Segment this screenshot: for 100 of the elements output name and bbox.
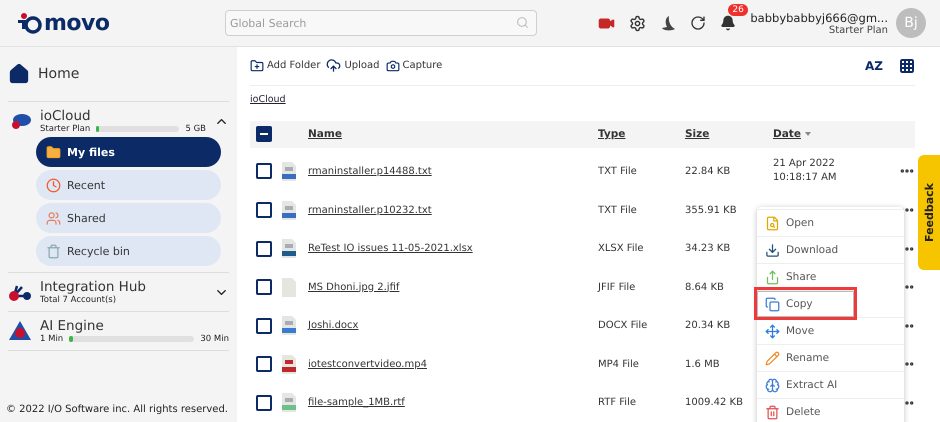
- menu-item[interactable]: Open: [757, 209, 904, 236]
- section-title[interactable]: ioCloud: [40, 108, 206, 124]
- logo-mark-icon: [16, 12, 42, 34]
- file-type: MP4 File: [598, 358, 640, 370]
- row-checkbox[interactable]: [256, 202, 272, 218]
- menu-item[interactable]: Copy: [757, 290, 854, 317]
- column-header[interactable]: Size: [685, 128, 710, 140]
- settings-button[interactable]: [629, 14, 646, 32]
- breadcrumb-link[interactable]: ioCloud: [250, 94, 286, 105]
- cloud-upload-icon: [326, 58, 342, 74]
- folder-icon: [46, 144, 61, 160]
- search-field[interactable]: Global Search: [225, 10, 537, 36]
- row-checkbox[interactable]: [256, 394, 272, 411]
- column-header[interactable]: Type: [598, 128, 626, 140]
- file-size: 1.6 MB: [685, 358, 721, 370]
- camera-icon: [386, 58, 400, 73]
- sort-button[interactable]: AZ: [865, 58, 883, 73]
- file-icon: [282, 239, 296, 258]
- section-title[interactable]: AI Engine: [40, 318, 229, 334]
- file-size: 22.84 KB: [685, 166, 732, 177]
- user-email: babbybabbyj666@gm...: [750, 10, 888, 24]
- hat-button[interactable]: [660, 14, 676, 32]
- meter-limit: 30 Min: [200, 334, 229, 344]
- row-checkbox[interactable]: [256, 163, 272, 180]
- house-icon: [8, 63, 30, 85]
- column-header[interactable]: Date: [773, 128, 801, 140]
- file-type: JFIF File: [598, 282, 636, 293]
- download-icon: [765, 242, 780, 258]
- folder-plus-icon: [250, 58, 264, 73]
- home-label: Home: [38, 66, 80, 82]
- file-icon: [282, 316, 296, 336]
- file-size: 20.34 KB: [685, 320, 732, 332]
- move-icon: [765, 324, 780, 338]
- sort-caret-icon: [804, 132, 811, 136]
- row-checkbox[interactable]: [256, 240, 272, 257]
- logo-text: movo: [44, 10, 110, 36]
- toolbar-button[interactable]: Upload: [326, 58, 380, 74]
- file-icon: [282, 162, 296, 181]
- file-type: TXT File: [598, 166, 638, 177]
- feedback-tab[interactable]: Feedback: [918, 155, 940, 270]
- user-plan: Starter Plan: [828, 24, 888, 36]
- menu-item[interactable]: Delete: [757, 398, 904, 422]
- sidebar-item[interactable]: My files: [36, 137, 221, 167]
- file-type: TXT File: [598, 204, 638, 216]
- row-checkbox[interactable]: [256, 279, 272, 296]
- copy-icon: [765, 296, 780, 312]
- pencil-icon: [765, 350, 780, 366]
- search-icon: [516, 16, 529, 29]
- file-size: 355.91 KB: [685, 204, 738, 216]
- meter-limit: 5 GB: [185, 124, 206, 134]
- row-checkbox[interactable]: [256, 318, 272, 334]
- file-name-link[interactable]: MS Dhoni.jpg 2.jfif: [308, 282, 400, 293]
- grid-view-icon[interactable]: [899, 58, 915, 74]
- column-header[interactable]: Name: [308, 128, 342, 140]
- file-name-link[interactable]: rmaninstaller.p10232.txt: [308, 204, 432, 216]
- file-name-link[interactable]: Joshi.docx: [308, 320, 358, 332]
- file-icon: [282, 354, 296, 374]
- people-icon: [46, 210, 61, 226]
- toolbar-button[interactable]: Add Folder: [250, 58, 320, 73]
- file-icon: [282, 278, 296, 297]
- bin-icon: [46, 244, 61, 258]
- file-size: 1009.42 KB: [685, 397, 744, 408]
- file-size: 34.23 KB: [685, 243, 732, 254]
- file-date: 21 Apr 2022 10:18:17 AM: [773, 157, 838, 186]
- file-type: RTF File: [598, 397, 637, 408]
- file-name-link[interactable]: file-sample_1MB.rtf: [308, 397, 405, 408]
- notification-count: 26: [728, 4, 748, 16]
- home-nav-item[interactable]: Home: [8, 47, 229, 102]
- share-icon: [765, 270, 780, 284]
- clock-icon: [46, 178, 61, 192]
- brain-icon: [765, 378, 780, 392]
- file-icon: [282, 200, 296, 220]
- file-type: DOCX File: [598, 320, 648, 332]
- file-size: 8.64 KB: [685, 282, 725, 293]
- menu-item[interactable]: Share: [757, 263, 904, 290]
- file-name-link[interactable]: rmaninstaller.p14488.txt: [308, 166, 432, 177]
- menu-item[interactable]: Move: [757, 317, 904, 344]
- trash-icon: [765, 404, 780, 420]
- meter-label: 1 Min: [40, 334, 64, 344]
- copyright-text: © 2022 I/O Software inc. All rights reserved.: [6, 403, 228, 417]
- notifications-button[interactable]: [720, 15, 736, 31]
- file-type: XLSX File: [598, 243, 645, 254]
- section-subtitle: Total 7 Account(s): [40, 295, 118, 305]
- menu-item[interactable]: Extract AI: [757, 371, 904, 398]
- sidebar-item[interactable]: Shared: [36, 203, 221, 233]
- section-title[interactable]: Integration Hub: [40, 279, 206, 295]
- file-icon: [282, 393, 296, 412]
- tripod-icon: [8, 320, 32, 342]
- file-search-icon: [765, 216, 780, 230]
- sidebar-item[interactable]: Recent: [36, 170, 221, 200]
- toolbar-button[interactable]: Capture: [386, 58, 442, 73]
- meter-label: Starter Plan: [40, 124, 90, 134]
- sidebar-item[interactable]: Recycle bin: [36, 236, 221, 266]
- select-all-checkbox[interactable]: [256, 126, 272, 142]
- refresh-button[interactable]: [690, 15, 706, 31]
- menu-item[interactable]: Rename: [757, 344, 904, 371]
- menu-item[interactable]: Download: [757, 236, 904, 263]
- row-checkbox[interactable]: [256, 356, 272, 372]
- file-name-link[interactable]: ReTest IO issues 11-05-2021.xlsx: [308, 243, 473, 254]
- file-name-link[interactable]: iotestconvertvideo.mp4: [308, 358, 427, 370]
